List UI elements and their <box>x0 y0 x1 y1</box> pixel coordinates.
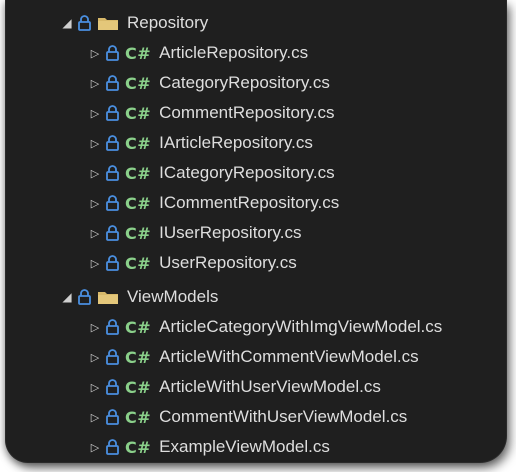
collapse-arrow-icon[interactable]: ▷ <box>88 46 102 60</box>
collapse-arrow-icon[interactable]: ▷ <box>88 166 102 180</box>
file-row[interactable]: ▷ C# IArticleRepository.cs <box>6 128 506 158</box>
lock-icon <box>106 105 119 121</box>
csharp-file-icon: C# <box>125 193 152 213</box>
file-row[interactable]: ▷ C# ICommentRepository.cs <box>6 188 506 218</box>
file-row[interactable]: ▷ C# ArticleWithUserViewModel.cs <box>6 372 506 402</box>
csharp-file-icon: C# <box>125 407 152 427</box>
folder-label: ViewModels <box>127 287 219 306</box>
csharp-file-icon: C# <box>125 223 152 243</box>
file-label: IArticleRepository.cs <box>159 133 313 152</box>
csharp-file-icon: C# <box>125 73 152 93</box>
file-row[interactable]: ▷ C# ArticleCategoryWithImgViewModel.cs <box>6 312 506 342</box>
lock-icon <box>106 75 119 91</box>
csharp-file-icon: C# <box>125 437 152 457</box>
solution-explorer-panel: ◢ Repository ▷ C# ArticleRepository.cs ▷… <box>6 0 506 462</box>
collapse-arrow-icon[interactable]: ▷ <box>88 380 102 394</box>
lock-icon <box>106 45 119 61</box>
lock-icon <box>106 195 119 211</box>
lock-icon <box>78 289 91 305</box>
file-row[interactable]: ▷ C# CategoryRepository.cs <box>6 68 506 98</box>
csharp-file-icon: C# <box>125 43 152 63</box>
expand-arrow-icon[interactable]: ◢ <box>60 16 74 30</box>
collapse-arrow-icon[interactable]: ▷ <box>88 226 102 240</box>
file-label: ExampleViewModel.cs <box>159 437 330 456</box>
lock-icon <box>106 439 119 455</box>
csharp-file-icon: C# <box>125 347 152 367</box>
expand-arrow-icon[interactable]: ◢ <box>60 290 74 304</box>
file-row[interactable]: ▷ C# ArticleWithCommentViewModel.cs <box>6 342 506 372</box>
lock-icon <box>106 409 119 425</box>
file-row[interactable]: ▷ C# CommentWithUserViewModel.cs <box>6 402 506 432</box>
collapse-arrow-icon[interactable]: ▷ <box>88 106 102 120</box>
collapse-arrow-icon[interactable]: ▷ <box>88 196 102 210</box>
collapse-arrow-icon[interactable]: ▷ <box>88 440 102 454</box>
folder-icon <box>97 15 119 31</box>
file-label: ICategoryRepository.cs <box>159 163 335 182</box>
file-row[interactable]: ▷ C# CommentRepository.cs <box>6 98 506 128</box>
csharp-file-icon: C# <box>125 253 152 273</box>
file-label: ArticleCategoryWithImgViewModel.cs <box>159 317 443 336</box>
csharp-file-icon: C# <box>125 163 152 183</box>
folder-row-viewmodels[interactable]: ◢ ViewModels <box>6 282 506 312</box>
file-label: IUserRepository.cs <box>159 223 302 242</box>
collapse-arrow-icon[interactable]: ▷ <box>88 410 102 424</box>
collapse-arrow-icon[interactable]: ▷ <box>88 320 102 334</box>
file-label: ArticleRepository.cs <box>159 43 309 62</box>
file-row[interactable]: ▷ C# IUserRepository.cs <box>6 218 506 248</box>
csharp-file-icon: C# <box>125 133 152 153</box>
file-label: ICommentRepository.cs <box>159 193 340 212</box>
lock-icon <box>106 165 119 181</box>
file-row[interactable]: ▷ C# ICategoryRepository.cs <box>6 158 506 188</box>
collapse-arrow-icon[interactable]: ▷ <box>88 350 102 364</box>
collapse-arrow-icon[interactable]: ▷ <box>88 76 102 90</box>
folder-row-repository[interactable]: ◢ Repository <box>6 8 506 38</box>
lock-icon <box>106 319 119 335</box>
lock-icon <box>106 225 119 241</box>
csharp-file-icon: C# <box>125 317 152 337</box>
lock-icon <box>106 255 119 271</box>
file-label: UserRepository.cs <box>159 253 297 272</box>
lock-icon <box>106 379 119 395</box>
collapse-arrow-icon[interactable]: ▷ <box>88 256 102 270</box>
lock-icon <box>106 135 119 151</box>
file-row[interactable]: ▷ C# ArticleRepository.cs <box>6 38 506 68</box>
lock-icon <box>78 15 91 31</box>
file-row[interactable]: ▷ C# ExampleViewModel.cs <box>6 432 506 462</box>
file-label: CommentWithUserViewModel.cs <box>159 407 408 426</box>
folder-icon <box>97 289 119 305</box>
collapse-arrow-icon[interactable]: ▷ <box>88 136 102 150</box>
file-label: CategoryRepository.cs <box>159 73 330 92</box>
lock-icon <box>106 349 119 365</box>
csharp-file-icon: C# <box>125 103 152 123</box>
file-label: ArticleWithUserViewModel.cs <box>159 377 381 396</box>
folder-label: Repository <box>127 13 209 32</box>
file-label: CommentRepository.cs <box>159 103 335 122</box>
csharp-file-icon: C# <box>125 377 152 397</box>
file-label: ArticleWithCommentViewModel.cs <box>159 347 419 366</box>
file-row[interactable]: ▷ C# UserRepository.cs <box>6 248 506 278</box>
